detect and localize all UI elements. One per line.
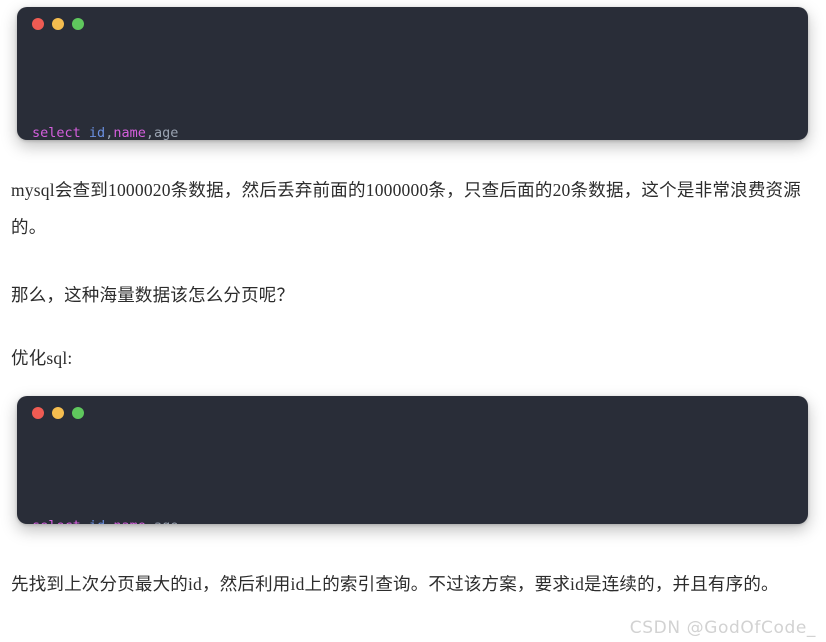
sql-token-plain: age (154, 518, 178, 524)
sql-token-identifier: id (89, 518, 105, 524)
code-content-optimized[interactable]: select id,name,age from user where id > … (17, 430, 808, 524)
sql-token-keyword: name (113, 125, 146, 140)
code-window-titlebar (17, 7, 808, 41)
code-window-titlebar (17, 396, 808, 430)
sql-token-space (81, 518, 89, 524)
sql-token-keyword: select (32, 518, 81, 524)
sql-token-keyword: select (32, 125, 81, 140)
minimize-dot-icon[interactable] (52, 18, 64, 30)
sql-token-identifier: id (88, 125, 106, 140)
sql-token-plain: age (153, 125, 179, 140)
code-line: select id,name,age (32, 510, 808, 524)
code-block-original-query: select id,name,age from user limit 10000… (17, 7, 808, 140)
sql-token-space (81, 125, 89, 140)
sql-token-punct: , (146, 518, 154, 524)
paragraph-explanation: mysql会查到1000020条数据，然后丢弃前面的1000000条，只查后面的… (11, 180, 801, 237)
paragraph-question: 那么，这种海量数据该怎么分页呢？ (11, 285, 295, 305)
sql-token-punct: , (145, 125, 154, 140)
csdn-watermark: CSDN @GodOfCode_ (629, 618, 816, 638)
minimize-dot-icon[interactable] (52, 407, 64, 419)
paragraph-conclusion: 先找到上次分页最大的id，然后利用id上的索引查询。不过该方案，要求id是连续的… (11, 574, 779, 594)
maximize-dot-icon[interactable] (72, 407, 84, 419)
sql-token-keyword: name (113, 518, 146, 524)
maximize-dot-icon[interactable] (72, 18, 84, 30)
code-block-optimized-query: select id,name,age from user where id > … (17, 396, 808, 524)
code-line: select id,name,age (32, 117, 808, 140)
paragraph-optimize-label: 优化sql: (11, 348, 73, 368)
close-dot-icon[interactable] (32, 407, 44, 419)
close-dot-icon[interactable] (32, 18, 44, 30)
article-page: select id,name,age from user limit 10000… (0, 0, 826, 642)
code-content-original[interactable]: select id,name,age from user limit 10000… (17, 41, 808, 140)
